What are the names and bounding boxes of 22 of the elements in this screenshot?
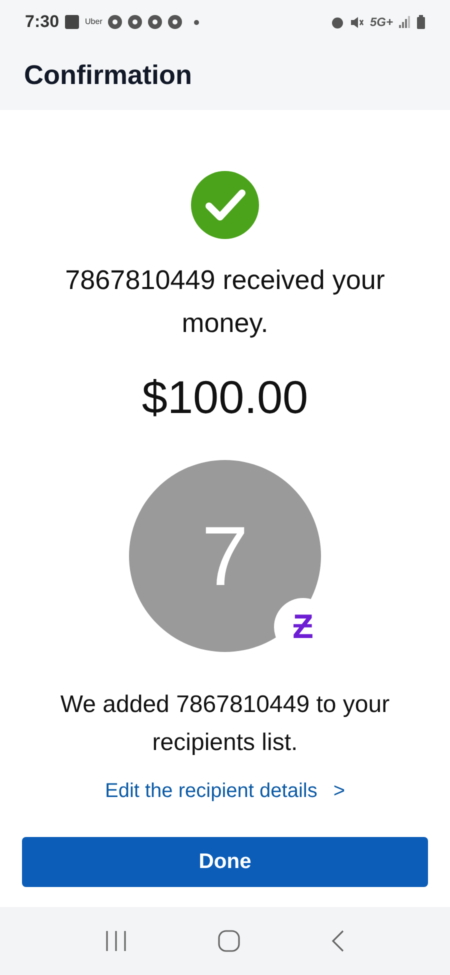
browser-icon — [128, 15, 142, 29]
chevron-icon: > — [333, 776, 346, 806]
browser-icon — [168, 15, 182, 29]
done-button[interactable]: Done — [22, 837, 428, 887]
app-icon — [65, 15, 80, 29]
back-icon[interactable] — [330, 930, 345, 952]
network-label: 5G+ — [370, 14, 393, 31]
mute-icon — [350, 16, 364, 28]
amount: $100.00 — [142, 370, 308, 425]
success-check-icon — [191, 171, 259, 239]
signal-icon — [399, 16, 411, 28]
notification-label: Uber — [85, 16, 102, 28]
status-time: 7:30 — [25, 11, 60, 34]
screen-title: Confirmation — [24, 59, 193, 92]
recipient-added-note: We added 7867810449 to your recipients list. — [59, 690, 391, 758]
browser-icon — [148, 15, 162, 29]
confirmation-message: 7867810449 received your money. — [64, 264, 386, 340]
browser-icon — [108, 15, 122, 29]
edit-recipient-link[interactable]: Edit the recipient details > — [104, 776, 346, 806]
recent-apps-icon[interactable] — [105, 931, 128, 951]
battery-icon — [417, 15, 425, 29]
home-icon[interactable] — [218, 930, 240, 952]
